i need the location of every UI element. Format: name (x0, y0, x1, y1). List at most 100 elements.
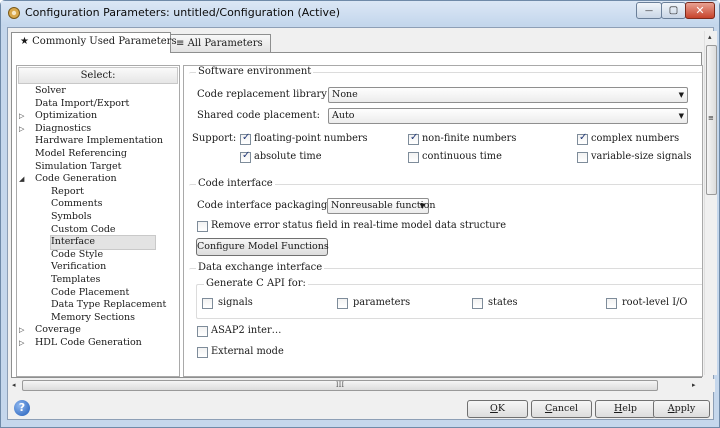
tree-item-label: Verification (51, 261, 107, 273)
mnemonic-letter: O (490, 403, 498, 414)
minimize-button[interactable]: — (636, 2, 662, 19)
cancel-button[interactable]: Cancel (531, 400, 592, 418)
tree-header: Select: (18, 67, 178, 84)
star-icon: ★ (20, 36, 29, 47)
shared-code-label: Shared code placement: (197, 110, 320, 121)
settings-panel: Software environment Code replacement li… (183, 65, 703, 377)
tree-item-solver[interactable]: Solver (17, 85, 179, 98)
category-tree[interactable]: Select: Solver Data Import/Export ▷ Optimiz… (16, 65, 180, 377)
tree-item-memory-sections[interactable]: Memory Sections (17, 312, 179, 325)
c-api-root-level-io-checkbox[interactable] (606, 298, 617, 309)
apply-button[interactable]: Apply (653, 400, 710, 418)
tree-item-label: Report (51, 185, 84, 197)
tree-item-interface[interactable]: Interface (17, 235, 179, 250)
button-label: ancel (552, 403, 579, 414)
tree-item-data-type-replacement[interactable]: Data Type Replacement (17, 299, 179, 312)
tree-item-code-generation[interactable]: ◢ Code Generation (17, 173, 179, 186)
tree-item-label: Optimization (35, 110, 98, 122)
remove-error-label: Remove error status field in real-time m… (211, 220, 506, 231)
tree-item-model-referencing[interactable]: Model Referencing (17, 148, 179, 161)
floating-point-checkbox[interactable] (240, 132, 251, 145)
tree-item-symbols[interactable]: Symbols (17, 211, 179, 224)
tree-expand-icon[interactable]: ▷ (19, 123, 24, 136)
tree-item-code-placement[interactable]: Code Placement (17, 287, 179, 300)
vertical-scroll-thumb[interactable]: ≡ (706, 45, 717, 195)
continuous-time-checkbox[interactable] (408, 152, 419, 163)
tree-collapse-icon[interactable]: ◢ (19, 173, 24, 186)
code-replacement-label: Code replacement library: (197, 89, 331, 100)
tree-item-label: Interface (50, 235, 156, 250)
title-bar[interactable]: Configuration Parameters: untitled/Confi… (1, 1, 719, 26)
tree-item-code-style[interactable]: Code Style (17, 249, 179, 262)
scroll-up-icon[interactable]: ▴ (708, 33, 712, 41)
tab-all-parameters[interactable]: ≡ All Parameters (167, 34, 271, 52)
tree-item-label: Code Style (51, 248, 104, 260)
variable-size-label: variable-size signals (591, 151, 692, 162)
group-title: Software environment (196, 66, 314, 77)
tree-item-coverage[interactable]: ▷ Coverage (17, 324, 179, 337)
maximize-button[interactable]: ▢ (661, 2, 686, 19)
complex-numbers-label: complex numbers (591, 133, 680, 144)
support-label: Support: (192, 133, 237, 144)
c-api-group: Generate C API for: signals parameters s… (196, 278, 702, 319)
packaging-dropdown[interactable]: Nonreusable function ▼ (327, 198, 436, 214)
help-button[interactable]: Help (595, 400, 656, 418)
tree-item-optimization[interactable]: ▷ Optimization (17, 110, 179, 123)
software-environment-group: Software environment Code replacement li… (189, 66, 702, 178)
tree-expand-icon[interactable]: ▷ (19, 110, 24, 123)
remove-error-checkbox[interactable] (197, 221, 208, 232)
shared-code-dropdown[interactable]: Auto ▼ (328, 108, 688, 124)
tree-item-data-import-export[interactable]: Data Import/Export (17, 98, 179, 111)
tree-item-report[interactable]: Report (17, 186, 179, 199)
tree-item-hardware-implementation[interactable]: Hardware Implementation (17, 135, 179, 148)
horizontal-scrollbar[interactable]: ◂ III ▸ (8, 379, 715, 392)
c-api-signals-checkbox[interactable] (202, 298, 213, 309)
tree-item-label: Templates (51, 273, 101, 285)
tree-item-label: Code Generation (35, 173, 117, 185)
dialog-client-area: ★ Commonly Used Parameters ≡ All Paramet… (7, 27, 717, 420)
close-button[interactable]: ✕ (685, 2, 715, 19)
tree-item-templates[interactable]: Templates (17, 274, 179, 287)
external-mode-checkbox[interactable] (197, 347, 208, 358)
tab-label: Commonly Used Parameters (32, 36, 177, 47)
tree-item-verification[interactable]: Verification (17, 261, 179, 274)
code-replacement-dropdown[interactable]: None ▼ (328, 87, 688, 103)
non-finite-checkbox[interactable] (408, 132, 419, 145)
complex-numbers-checkbox[interactable] (577, 132, 588, 145)
list-icon: ≡ (176, 38, 185, 49)
c-api-states-checkbox[interactable] (472, 298, 483, 309)
horizontal-scroll-thumb[interactable]: III (22, 380, 658, 391)
tab-commonly-used-parameters[interactable]: ★ Commonly Used Parameters (11, 32, 177, 53)
asap2-checkbox[interactable] (197, 326, 208, 337)
scroll-left-icon[interactable]: ◂ (12, 381, 16, 389)
configure-model-functions-button[interactable]: Configure Model Functions (196, 238, 329, 256)
absolute-time-checkbox[interactable] (240, 150, 251, 163)
tree-item-label: Hardware Implementation (35, 135, 163, 147)
tree-item-simulation-target[interactable]: Simulation Target (17, 161, 179, 174)
tree-item-comments[interactable]: Comments (17, 198, 179, 211)
tree-item-diagnostics[interactable]: ▷ Diagnostics (17, 123, 179, 136)
maximize-icon: ▢ (668, 5, 679, 16)
tree-item-custom-code[interactable]: Custom Code (17, 224, 179, 237)
code-interface-group: Code interface Code interface packaging:… (189, 178, 702, 262)
help-icon[interactable]: ? (14, 400, 30, 416)
tree-expand-icon[interactable]: ▷ (19, 324, 24, 337)
tree-item-hdl-code-generation[interactable]: ▷ HDL Code Generation (17, 337, 179, 350)
tree-item-label: Diagnostics (35, 122, 92, 134)
tree-item-label: Model Referencing (35, 147, 127, 159)
group-title: Data exchange interface (196, 262, 325, 273)
c-api-parameters-label: parameters (353, 297, 411, 308)
scroll-right-icon[interactable]: ▸ (692, 381, 696, 389)
c-api-parameters-checkbox[interactable] (337, 298, 348, 309)
variable-size-checkbox[interactable] (577, 152, 588, 163)
group-title: Code interface (196, 178, 275, 189)
shared-code-value: Auto (332, 110, 355, 121)
button-label: elp (622, 403, 638, 414)
tree-item-label: Code Placement (51, 286, 130, 298)
mnemonic-letter: A (667, 403, 675, 414)
tree-expand-icon[interactable]: ▷ (19, 337, 24, 350)
tab-label: All Parameters (187, 38, 263, 49)
tree-item-label: Data Type Replacement (51, 299, 167, 311)
vertical-scrollbar[interactable]: ▴ ≡ (704, 31, 717, 375)
ok-button[interactable]: OK (467, 400, 528, 418)
